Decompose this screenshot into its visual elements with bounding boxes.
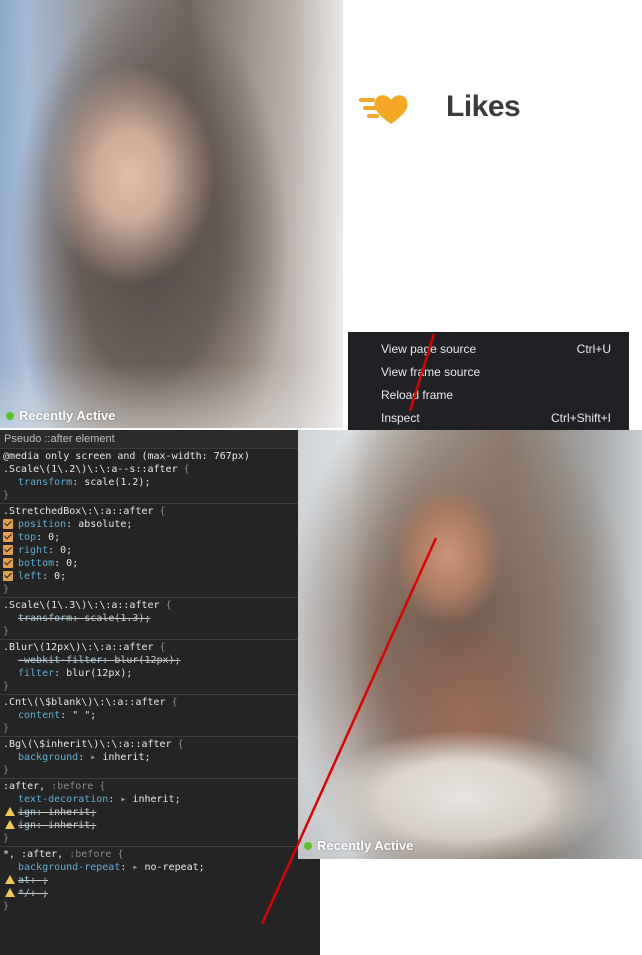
declaration[interactable]: background: ▸ inherit; — [3, 751, 320, 764]
profile-photo-unblurred[interactable]: Recently Active — [298, 430, 642, 859]
css-rule: .Cnt\(\$blank\)\:\:a::after { content: "… — [0, 695, 320, 737]
css-rule: @media only screen and (max-width: 767px… — [0, 449, 320, 504]
media-query: @media only screen and (max-width: 767px… — [3, 451, 250, 462]
warning-icon — [5, 820, 15, 829]
css-rule: .Blur\(12px\)\:\:a::after { -webkit-filt… — [0, 640, 320, 695]
declaration[interactable]: transform: scale(1.2); — [3, 476, 320, 489]
css-rule: .Scale\(1\.3\)\:\:a::after { transform: … — [0, 598, 320, 640]
declaration[interactable]: content: " "; — [3, 709, 320, 722]
overridden-declaration[interactable]: transform: scale(1.3); — [3, 612, 320, 625]
rule-selector[interactable]: *, :after, — [3, 849, 63, 860]
invalid-declaration[interactable]: ign: inherit; — [3, 819, 320, 832]
pseudo-element-header: Pseudo ::after element — [0, 430, 320, 449]
recently-active-label: Recently Active — [317, 838, 414, 853]
declaration[interactable]: left: 0; — [3, 570, 320, 583]
likes-heading: Likes — [446, 90, 521, 123]
active-dot-icon — [6, 411, 14, 420]
devtools-styles-pane: Pseudo ::after element @media only scree… — [0, 430, 320, 955]
declaration[interactable]: top: 0; — [3, 531, 320, 544]
menu-item-reload-frame[interactable]: Reload frame — [381, 384, 611, 406]
menu-item-inspect[interactable]: Inspect Ctrl+Shift+I — [381, 407, 611, 429]
warning-icon — [5, 888, 15, 897]
invalid-declaration[interactable]: ign: inherit; — [3, 806, 320, 819]
recently-active-badge: Recently Active — [6, 408, 115, 423]
css-rule: .StretchedBox\:\:a::after { position: ab… — [0, 504, 320, 598]
profile-photo-blurred[interactable]: Recently Active — [0, 0, 343, 428]
rule-selector[interactable]: .Scale\(1\.3\)\:\:a::after — [3, 600, 160, 611]
warning-icon — [5, 807, 15, 816]
checkbox-icon[interactable] — [3, 558, 13, 568]
blur-overlay — [0, 0, 343, 428]
checkbox-icon[interactable] — [3, 571, 13, 581]
expand-arrow-icon[interactable]: ▸ — [90, 752, 96, 763]
css-rule: :after, :before { text-decoration: ▸ inh… — [0, 779, 320, 847]
checkbox-icon[interactable] — [3, 545, 13, 555]
menu-item-view-frame-source[interactable]: View frame source — [381, 361, 611, 383]
menu-item-view-page-source[interactable]: View page source Ctrl+U — [381, 338, 611, 360]
checkbox-icon[interactable] — [3, 532, 13, 542]
rule-selector[interactable]: .Scale\(1\.2\)\:\:a--s::after — [3, 464, 178, 475]
rule-selector[interactable]: .Bg\(\$inherit\)\:\:a::after — [3, 739, 172, 750]
warning-icon — [5, 875, 15, 884]
context-menu: View page source Ctrl+U View frame sourc… — [348, 332, 629, 430]
photo-shade — [298, 430, 642, 859]
rule-selector[interactable]: .StretchedBox\:\:a::after — [3, 506, 154, 517]
checkbox-icon[interactable] — [3, 519, 13, 529]
recently-active-badge: Recently Active — [304, 838, 413, 853]
expand-arrow-icon[interactable]: ▸ — [132, 862, 138, 873]
rule-selector[interactable]: .Cnt\(\$blank\)\:\:a::after — [3, 697, 166, 708]
overridden-declaration[interactable]: -webkit-filter: blur(12px); — [3, 654, 320, 667]
declaration[interactable]: text-decoration: ▸ inherit; — [3, 793, 320, 806]
rule-selector[interactable]: :after, — [3, 781, 45, 792]
active-dot-icon — [304, 841, 312, 850]
recently-active-label: Recently Active — [19, 408, 116, 423]
invalid-declaration[interactable]: */: ; — [3, 887, 320, 900]
speed-heart-icon — [359, 95, 408, 124]
css-rule: .Bg\(\$inherit\)\:\:a::after { backgroun… — [0, 737, 320, 779]
declaration[interactable]: position: absolute; — [3, 518, 320, 531]
declaration[interactable]: right: 0; — [3, 544, 320, 557]
invalid-declaration[interactable]: at: ; — [3, 874, 320, 887]
declaration[interactable]: filter: blur(12px); — [3, 667, 320, 680]
rule-selector[interactable]: .Blur\(12px\)\:\:a::after — [3, 642, 154, 653]
declaration[interactable]: background-repeat: ▸ no-repeat; — [3, 861, 320, 874]
expand-arrow-icon[interactable]: ▸ — [120, 794, 126, 805]
declaration[interactable]: bottom: 0; — [3, 557, 320, 570]
css-rule: *, :after, :before { background-repeat: … — [0, 847, 320, 914]
